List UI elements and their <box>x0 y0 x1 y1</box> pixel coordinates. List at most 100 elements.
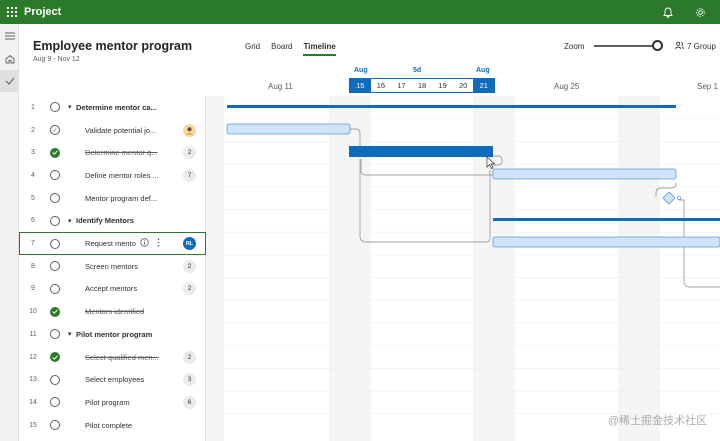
day-strip[interactable]: 15 16 17 18 19 20 21 <box>349 78 495 93</box>
task-name[interactable]: Identify Mentors <box>76 216 134 225</box>
task-complete-circle[interactable] <box>50 102 60 113</box>
day-cell[interactable]: 18 <box>411 79 433 92</box>
row-number: 2 <box>31 126 35 134</box>
bell-icon[interactable] <box>660 4 676 20</box>
day-cell[interactable]: 19 <box>432 79 453 92</box>
chevron-down-icon[interactable]: ▾ <box>68 103 72 111</box>
task-name[interactable]: Pilot complete <box>85 421 132 430</box>
info-icon[interactable] <box>140 238 149 249</box>
task-complete-circle[interactable] <box>50 125 60 136</box>
task-row[interactable]: 8 Screen mentors 2 <box>19 255 206 278</box>
task-row[interactable]: 2 Validate potential jo... <box>19 119 206 142</box>
app-header-bar: Project <box>0 0 720 24</box>
task-name[interactable]: Pilot program <box>85 398 130 407</box>
row-number: 4 <box>31 171 35 179</box>
zoom-slider-track[interactable] <box>594 45 660 47</box>
row-number: 6 <box>31 217 35 225</box>
task-complete-circle[interactable] <box>50 170 60 181</box>
tab-timeline[interactable]: Timeline <box>303 42 337 56</box>
task-complete-check[interactable] <box>50 147 60 158</box>
assignee-avatar[interactable]: RL <box>183 237 196 251</box>
gantt-chart[interactable] <box>206 96 720 441</box>
task-complete-check[interactable] <box>50 352 60 363</box>
task-complete-check[interactable] <box>50 306 60 317</box>
task-row-group[interactable]: 1 ▾ Determine mentor ca... <box>19 96 206 119</box>
group-button[interactable]: 7 Group <box>675 41 716 52</box>
task-row-group[interactable]: 6 ▾ Identify Mentors <box>19 210 206 233</box>
task-name[interactable]: Determine mentor q... <box>85 148 158 157</box>
assignee-avatar[interactable] <box>183 123 196 137</box>
milestone-handle <box>676 196 681 201</box>
task-bar <box>226 123 351 135</box>
home-icon[interactable] <box>0 48 19 70</box>
checkmark-icon[interactable] <box>0 70 19 92</box>
day-cell[interactable]: 17 <box>391 79 412 92</box>
row-number: 10 <box>29 308 37 316</box>
task-name[interactable]: Mentor program def... <box>85 194 157 203</box>
view-tabs: Grid Board Timeline <box>245 42 337 56</box>
task-row[interactable]: 15 Pilot complete <box>19 414 206 437</box>
task-row[interactable]: 13 Select employees 3 <box>19 368 206 391</box>
zoom-label: Zoom <box>564 42 585 51</box>
task-row[interactable]: 9 Accept mentors 2 <box>19 278 206 301</box>
task-name[interactable]: Pilot mentor program <box>76 330 152 339</box>
task-name[interactable]: Mentors identified <box>85 307 144 316</box>
task-row[interactable]: 5 Mentor program def... <box>19 187 206 210</box>
task-list: 1 ▾ Determine mentor ca... 2 Validate po… <box>19 96 206 441</box>
task-row-selected[interactable]: 7 Request mento RL <box>19 232 206 255</box>
task-name[interactable]: Request mento <box>85 239 136 248</box>
task-complete-circle[interactable] <box>50 397 60 408</box>
more-options-icon[interactable] <box>157 238 160 249</box>
tab-board[interactable]: Board <box>271 42 292 56</box>
watermark-text: @稀土掘金技术社区 <box>607 415 707 427</box>
task-name[interactable]: Validate potential jo... <box>85 126 156 135</box>
row-number: 1 <box>31 103 35 111</box>
task-name[interactable]: Define mentor roles ... <box>85 171 159 180</box>
task-row[interactable]: 3 Determine mentor q... 2 <box>19 141 206 164</box>
task-complete-circle[interactable] <box>50 329 60 340</box>
task-name[interactable]: Select employees <box>85 375 144 384</box>
row-number: 11 <box>29 330 37 338</box>
checklist-count-badge: 2 <box>183 350 196 364</box>
task-name[interactable]: Accept mentors <box>85 284 137 293</box>
hamburger-icon[interactable] <box>0 24 19 48</box>
task-name[interactable]: Determine mentor ca... <box>76 103 157 112</box>
zoom-slider-thumb[interactable] <box>652 40 663 51</box>
task-row[interactable]: 10 Mentors identified <box>19 300 206 323</box>
task-complete-circle[interactable] <box>50 374 60 385</box>
chevron-down-icon[interactable]: ▾ <box>68 330 72 338</box>
page-title: Employee mentor program <box>33 39 193 53</box>
task-bar <box>492 236 720 248</box>
task-bar-selected <box>349 146 493 157</box>
task-name[interactable]: Screen mentors <box>85 262 138 271</box>
row-number: 7 <box>31 240 35 248</box>
row-number: 12 <box>29 353 37 361</box>
task-row-group[interactable]: 11 ▾ Pilot mentor program <box>19 323 206 346</box>
task-complete-circle[interactable] <box>50 420 60 431</box>
day-cell[interactable]: 21 <box>473 79 495 92</box>
task-row[interactable]: 4 Define mentor roles ... 7 <box>19 164 206 187</box>
day-cell[interactable]: 16 <box>370 79 392 92</box>
checklist-count-badge: 2 <box>183 282 196 296</box>
summary-bar <box>227 105 676 108</box>
left-rail <box>0 24 19 441</box>
task-complete-circle[interactable] <box>50 193 60 204</box>
waffle-icon[interactable] <box>0 0 24 24</box>
task-complete-circle[interactable] <box>50 215 60 226</box>
task-complete-circle[interactable] <box>50 261 60 272</box>
row-number: 13 <box>29 376 37 384</box>
task-name[interactable]: Select qualified men... <box>85 353 159 362</box>
task-row[interactable]: 14 Pilot program 6 <box>19 391 206 414</box>
task-row[interactable]: 12 Select qualified men... 2 <box>19 346 206 369</box>
gear-icon[interactable] <box>692 4 708 20</box>
day-cell[interactable]: 20 <box>452 79 474 92</box>
task-complete-circle[interactable] <box>50 283 60 294</box>
summary-bar <box>493 218 720 221</box>
chevron-down-icon[interactable]: ▾ <box>68 217 72 225</box>
app-title[interactable]: Project <box>24 6 61 18</box>
task-complete-circle[interactable] <box>50 238 60 249</box>
milestone-diamond <box>662 191 676 205</box>
tab-grid[interactable]: Grid <box>245 42 260 56</box>
day-cell[interactable]: 15 <box>350 79 371 92</box>
checklist-count-badge: 2 <box>183 146 196 160</box>
